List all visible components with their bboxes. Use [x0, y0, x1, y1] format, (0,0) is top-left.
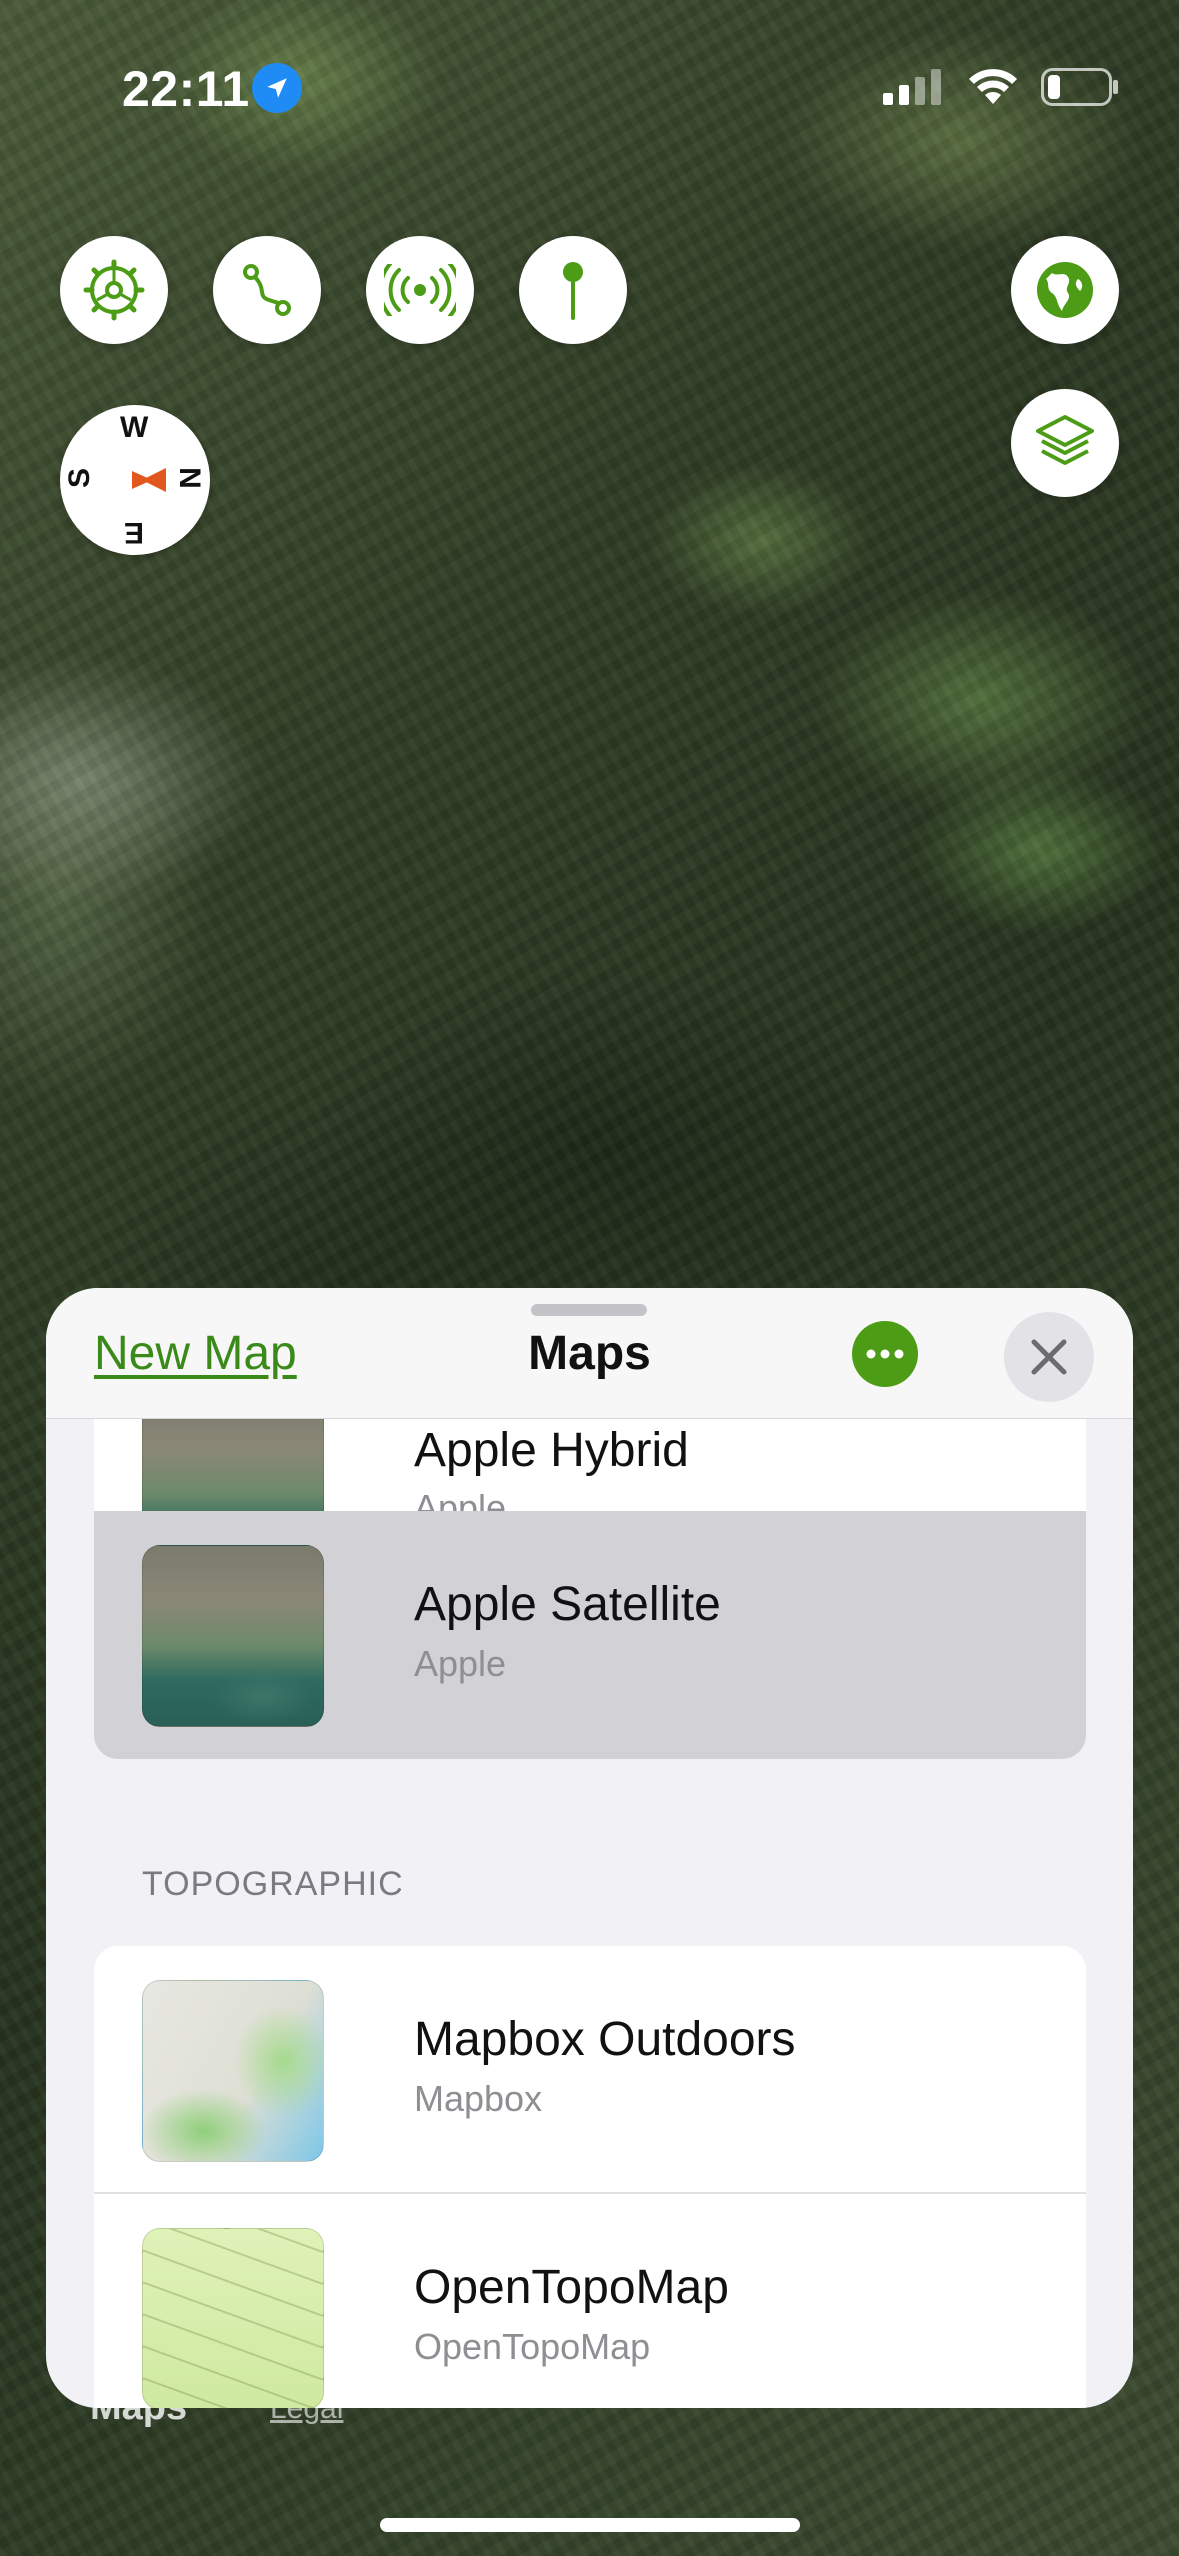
- maps-list[interactable]: Apple Hybrid Apple Apple Satellite Apple…: [46, 1419, 1133, 2408]
- live-tracking-button[interactable]: [366, 236, 474, 344]
- route-icon: [243, 264, 291, 316]
- waypoint-button[interactable]: [519, 236, 627, 344]
- sheet-title: Maps: [528, 1327, 651, 1380]
- row-title: Apple Hybrid: [414, 1424, 689, 1477]
- topographic-maps-card: Mapbox Outdoors Mapbox OpenTopoMap OpenT…: [94, 1946, 1086, 2408]
- mapbox-outdoors-thumbnail: [142, 1980, 324, 2162]
- battery-icon: [1041, 68, 1118, 106]
- settings-button[interactable]: [60, 236, 168, 344]
- signal-icon: [883, 69, 941, 105]
- layers-icon: [1036, 415, 1094, 465]
- pin-icon: [563, 262, 583, 320]
- compass-w: W: [120, 411, 149, 444]
- list-item-apple-satellite[interactable]: Apple Satellite Apple: [94, 1511, 1086, 1759]
- row-title: OpenTopoMap: [414, 2261, 729, 2314]
- row-subtitle: Apple: [414, 1643, 507, 1684]
- apple-satellite-thumbnail: [142, 1545, 324, 1727]
- row-subtitle: OpenTopoMap: [414, 2326, 651, 2367]
- route-button[interactable]: [213, 236, 321, 344]
- wifi-icon: [969, 69, 1017, 104]
- home-indicator[interactable]: [380, 2518, 800, 2532]
- layers-button[interactable]: [1011, 389, 1119, 497]
- row-title: Mapbox Outdoors: [414, 2013, 796, 2066]
- row-subtitle: Mapbox: [414, 2078, 543, 2119]
- row-title: Apple Satellite: [414, 1578, 721, 1631]
- compass[interactable]: W N S E: [60, 405, 210, 555]
- list-item-opentopomap[interactable]: OpenTopoMap OpenTopoMap: [94, 2194, 1086, 2408]
- compass-e: E: [124, 516, 145, 549]
- sheet-grabber[interactable]: [531, 1304, 647, 1316]
- broadcast-icon: [384, 264, 456, 316]
- status-time: 22:11: [122, 61, 250, 117]
- compass-n: N: [172, 467, 206, 489]
- compass-s: S: [63, 467, 97, 489]
- list-item-mapbox-outdoors[interactable]: Mapbox Outdoors Mapbox: [94, 1946, 1086, 2194]
- close-icon: [1031, 1339, 1067, 1375]
- location-arrow-icon: [252, 63, 302, 113]
- settings-gear-icon: [83, 259, 145, 321]
- opentopomap-thumbnail: [142, 2228, 324, 2408]
- maps-sheet: New Map Maps Apple Hybrid Apple Apple Sa…: [46, 1288, 1133, 2408]
- sheet-header: New Map Maps: [46, 1288, 1133, 1419]
- satellite-maps-card: Apple Hybrid Apple Apple Satellite Apple: [94, 1419, 1086, 1759]
- status-icons: [883, 68, 1119, 106]
- globe-icon: [1037, 262, 1093, 318]
- ellipsis-icon: [866, 1349, 904, 1359]
- close-button[interactable]: [1004, 1312, 1094, 1402]
- section-header-topographic: TOPOGRAPHIC: [142, 1865, 404, 1903]
- globe-button[interactable]: [1011, 236, 1119, 344]
- more-options-button[interactable]: [852, 1321, 918, 1387]
